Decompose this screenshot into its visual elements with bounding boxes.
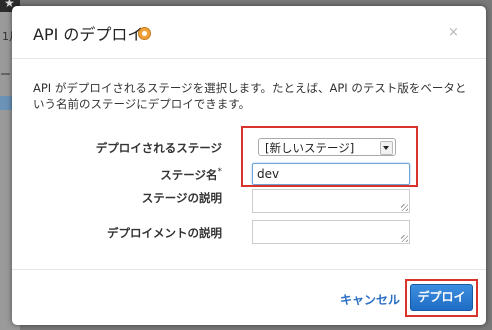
- stage-select-label: デプロイされるステージ: [95, 141, 222, 155]
- stage-name-label: ステージ名*: [22, 167, 222, 183]
- dialog-header: API のデプロイ ×: [12, 6, 486, 59]
- deploy-api-dialog: API のデプロイ × API がデプロイされるステージを選択します。たとえば、…: [12, 6, 486, 325]
- stage-description-label: ステージの説明: [141, 191, 222, 205]
- required-marker: *: [217, 167, 223, 177]
- background-text-fragment: ー: [0, 68, 11, 81]
- cancel-button[interactable]: キャンセル: [340, 291, 400, 308]
- deployment-description-label: デプロイメントの説明: [107, 226, 222, 240]
- dialog-description: API がデプロイされるステージを選択します。たとえば、API のテスト版をベー…: [33, 81, 467, 111]
- stage-description-textarea[interactable]: [252, 189, 410, 213]
- dialog-title: API のデプロイ: [33, 25, 144, 44]
- deploy-button[interactable]: デプロイ: [410, 284, 473, 311]
- stage-name-label-text: ステージ名: [160, 168, 218, 182]
- info-circle-icon[interactable]: [138, 27, 151, 40]
- close-icon[interactable]: ×: [448, 25, 459, 40]
- highlight-annotation-box: [241, 126, 418, 187]
- deployment-description-textarea[interactable]: [252, 220, 410, 244]
